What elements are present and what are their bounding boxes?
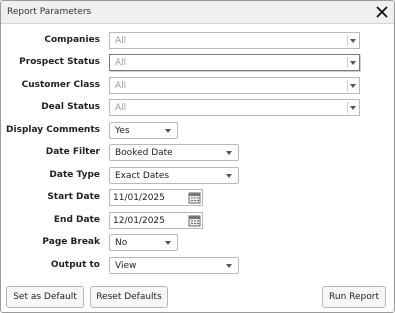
combo-divider — [347, 102, 348, 113]
companies-value: All — [115, 36, 127, 46]
chevron-down-icon — [165, 129, 171, 133]
output-to-label: Output to — [50, 260, 100, 270]
start-date-input[interactable]: 11/01/2025 — [109, 189, 203, 206]
page-break-select[interactable]: No — [109, 234, 178, 251]
output-to-row: Output to View — [1, 257, 394, 274]
date-type-row: Date Type Exact Dates — [1, 167, 394, 184]
chevron-down-icon — [226, 264, 232, 268]
set-as-default-button[interactable]: Set as Default — [6, 286, 84, 308]
combo-divider — [347, 80, 348, 91]
start-date-row: Start Date 11/01/2025 — [1, 189, 394, 206]
close-icon[interactable] — [374, 4, 390, 20]
date-type-select[interactable]: Exact Dates — [109, 167, 239, 184]
display-comments-label: Display Comments — [6, 125, 100, 135]
chevron-down-icon[interactable] — [350, 39, 356, 43]
end-date-input[interactable]: 12/01/2025 — [109, 212, 203, 229]
output-to-select[interactable]: View — [109, 257, 239, 274]
reset-defaults-button[interactable]: Reset Defaults — [90, 286, 168, 308]
end-date-value: 12/01/2025 — [113, 216, 165, 226]
date-filter-value: Booked Date — [115, 148, 173, 158]
start-date-value: 11/01/2025 — [113, 193, 165, 203]
companies-combobox[interactable]: All — [109, 32, 360, 49]
display-comments-select[interactable]: Yes — [109, 122, 178, 139]
run-report-button[interactable]: Run Report — [322, 286, 386, 308]
calendar-icon[interactable] — [188, 214, 201, 227]
customer-class-label: Customer Class — [21, 80, 100, 90]
chevron-down-icon[interactable] — [350, 84, 356, 88]
page-break-label: Page Break — [42, 237, 100, 247]
customer-class-combobox[interactable]: All — [109, 77, 360, 94]
display-comments-value: Yes — [115, 126, 130, 136]
deal-status-combobox[interactable]: All — [109, 99, 360, 116]
combo-divider — [347, 35, 348, 46]
deal-status-row: Deal Status All — [1, 99, 394, 116]
customer-class-row: Customer Class All — [1, 77, 394, 94]
combo-divider — [347, 57, 348, 68]
chevron-down-icon — [226, 174, 232, 178]
date-type-label: Date Type — [49, 170, 100, 180]
report-parameters-dialog: Report Parameters Companies All Prospect… — [0, 0, 395, 313]
end-date-row: End Date 12/01/2025 — [1, 212, 394, 229]
prospect-status-value: All — [115, 58, 127, 68]
display-comments-row: Display Comments Yes — [1, 122, 394, 139]
output-to-value: View — [115, 261, 137, 271]
prospect-status-label: Prospect Status — [19, 57, 100, 67]
prospect-status-combobox[interactable]: All — [109, 54, 360, 71]
end-date-label: End Date — [53, 215, 100, 225]
date-filter-label: Date Filter — [45, 147, 100, 157]
chevron-down-icon[interactable] — [350, 106, 356, 110]
calendar-icon[interactable] — [188, 191, 201, 204]
dialog-titlebar: Report Parameters — [1, 1, 394, 24]
customer-class-value: All — [115, 81, 127, 91]
companies-row: Companies All — [1, 32, 394, 49]
date-type-value: Exact Dates — [115, 171, 170, 181]
chevron-down-icon[interactable] — [350, 61, 356, 65]
dialog-title: Report Parameters — [7, 7, 92, 17]
companies-label: Companies — [44, 35, 100, 45]
prospect-status-row: Prospect Status All — [1, 54, 394, 71]
start-date-label: Start Date — [47, 192, 100, 202]
deal-status-value: All — [115, 103, 127, 113]
date-filter-row: Date Filter Booked Date — [1, 144, 394, 161]
chevron-down-icon — [226, 151, 232, 155]
deal-status-label: Deal Status — [41, 102, 100, 112]
chevron-down-icon — [165, 241, 171, 245]
page-break-value: No — [115, 238, 128, 248]
page-break-row: Page Break No — [1, 234, 394, 251]
date-filter-select[interactable]: Booked Date — [109, 144, 239, 161]
